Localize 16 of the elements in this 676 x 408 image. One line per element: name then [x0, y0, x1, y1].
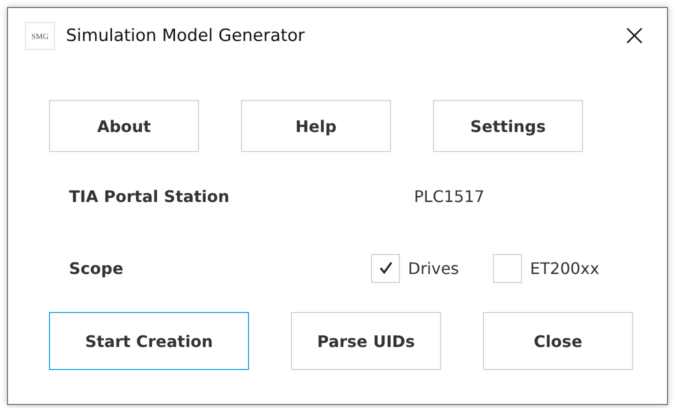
- checkbox[interactable]: [493, 254, 522, 282]
- dialog-button[interactable]: About: [49, 100, 199, 152]
- checkbox-label[interactable]: ET200xx: [530, 258, 600, 278]
- close-button[interactable]: ×: [616, 21, 653, 51]
- dialog-button[interactable]: Close: [483, 312, 633, 370]
- dialog-button[interactable]: Parse UIDs: [291, 312, 441, 370]
- window-title: Simulation Model Generator: [66, 26, 305, 46]
- station-label: TIA Portal Station: [69, 186, 230, 206]
- app-logo: SMG: [25, 22, 55, 50]
- checkbox-label[interactable]: Drives: [408, 258, 459, 278]
- dialog-button[interactable]: Start Creation: [49, 312, 249, 370]
- station-value: PLC1517: [414, 186, 484, 206]
- checkbox[interactable]: [371, 254, 400, 282]
- dialog-button[interactable]: Settings: [433, 100, 583, 152]
- scope-label: Scope: [69, 258, 124, 278]
- dialog-button[interactable]: Help: [241, 100, 391, 152]
